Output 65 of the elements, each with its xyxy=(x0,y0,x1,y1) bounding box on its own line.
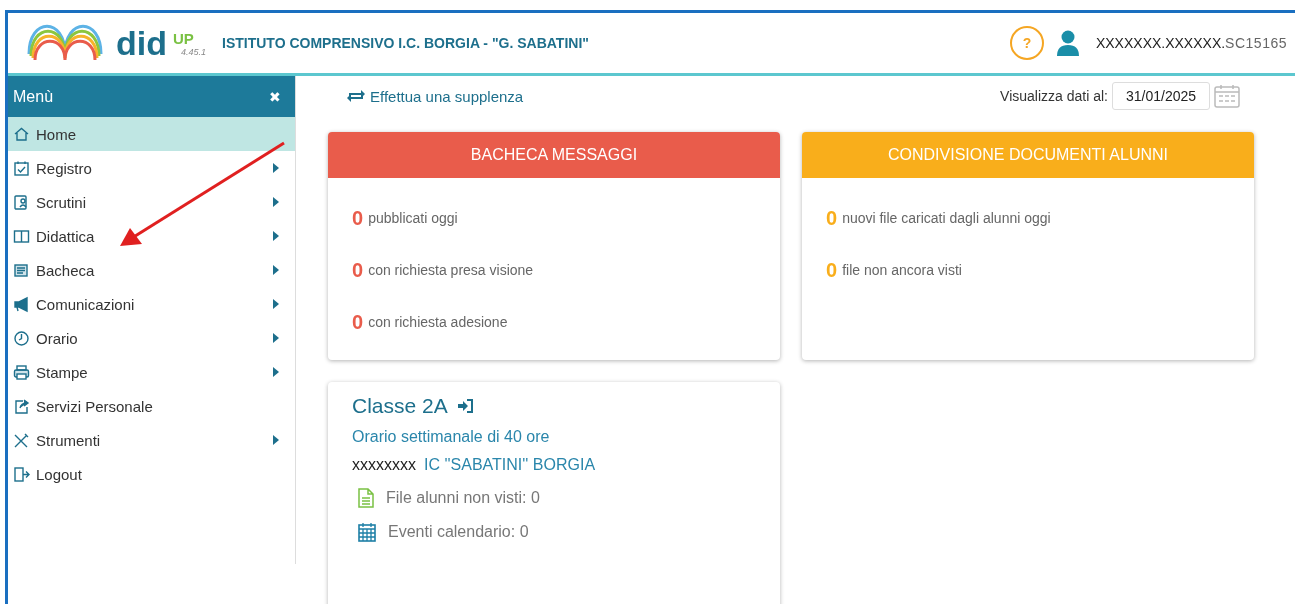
detail-text: File alunni non visti: 0 xyxy=(386,489,540,507)
menu-item[interactable]: Servizi Personale xyxy=(8,389,295,423)
date-field[interactable]: 31/01/2025 xyxy=(1112,82,1210,110)
stat-count: 0 xyxy=(826,206,838,230)
card-header: CONDIVISIONE DOCUMENTI ALUNNI xyxy=(802,132,1254,178)
share-icon xyxy=(13,397,30,415)
schedule-text: Orario settimanale di 40 ore xyxy=(352,428,551,446)
caret-icon xyxy=(273,299,279,309)
calendar-check-icon xyxy=(13,159,30,177)
date-label: Visualizza dati al: xyxy=(1000,88,1108,104)
class-title[interactable]: Classe 2A xyxy=(352,394,448,418)
megaphone-icon xyxy=(13,295,30,313)
caret-icon xyxy=(273,231,279,241)
logo-superscript: UP xyxy=(173,29,195,47)
stat-count: 0 xyxy=(352,206,364,230)
menu-item[interactable]: Strumenti xyxy=(8,423,295,457)
user-name: XXXXXXX.XXXXXX. xyxy=(1095,35,1226,51)
stat-label: con richiesta adesione xyxy=(368,314,508,330)
stat-label: nuovi file caricati dagli alunni oggi xyxy=(842,210,1051,226)
school-name: ISTITUTO COMPRENSIVO I.C. BORGIA - "G. SABATINI" xyxy=(222,35,589,51)
caret-icon xyxy=(273,435,279,445)
menu-item[interactable]: Comunicazioni xyxy=(8,287,295,321)
book-icon xyxy=(13,227,30,245)
menu-item[interactable]: Stampe xyxy=(8,355,295,389)
user-code: SC15165 xyxy=(1225,35,1287,51)
rainbow-book-logo-icon xyxy=(26,24,104,62)
menu-item[interactable]: Logout xyxy=(8,457,295,491)
enter-icon[interactable] xyxy=(457,399,474,413)
stat-label: pubblicati oggi xyxy=(368,210,458,226)
swap-arrows-icon xyxy=(346,89,366,103)
menu-title: Menù xyxy=(13,87,54,106)
caret-icon xyxy=(273,197,279,207)
caret-icon xyxy=(273,333,279,343)
substitution-link[interactable]: Effettua una supplenza xyxy=(346,87,524,105)
menu-item[interactable]: Scrutini xyxy=(8,185,295,219)
caret-icon xyxy=(273,163,279,173)
close-button[interactable]: ✖ xyxy=(269,88,281,105)
logout-icon xyxy=(13,465,30,483)
menu-item[interactable]: Registro xyxy=(8,151,295,185)
clock-icon xyxy=(13,329,30,347)
tools-icon xyxy=(13,431,30,449)
stat-label: file non ancora visti xyxy=(842,262,962,278)
stat-label: con richiesta presa visione xyxy=(368,262,534,278)
home-icon xyxy=(13,125,30,143)
version-label: 4.45.1 xyxy=(181,46,206,57)
document-person-icon xyxy=(13,193,30,211)
stat-count: 0 xyxy=(352,258,364,282)
menu-item[interactable]: Orario xyxy=(8,321,295,355)
logo-text: did xyxy=(116,23,167,63)
printer-icon xyxy=(13,363,30,381)
stat-count: 0 xyxy=(826,258,838,282)
teacher-name: xxxxxxxx xyxy=(352,456,416,474)
menu-item[interactable]: Didattica xyxy=(8,219,295,253)
calendar-icon xyxy=(358,522,376,542)
school-link[interactable]: IC ''SABATINI'' BORGIA xyxy=(424,456,596,474)
caret-icon xyxy=(273,265,279,275)
notes-icon xyxy=(13,261,30,279)
user-icon[interactable] xyxy=(1055,30,1080,56)
caret-icon xyxy=(273,367,279,377)
document-icon xyxy=(358,488,374,508)
menu-item[interactable]: Home xyxy=(8,117,295,151)
card-header: BACHECA MESSAGGI xyxy=(328,132,780,178)
menu-item[interactable]: Bacheca xyxy=(8,253,295,287)
stat-count: 0 xyxy=(352,310,364,334)
detail-text: Eventi calendario: 0 xyxy=(388,523,529,541)
